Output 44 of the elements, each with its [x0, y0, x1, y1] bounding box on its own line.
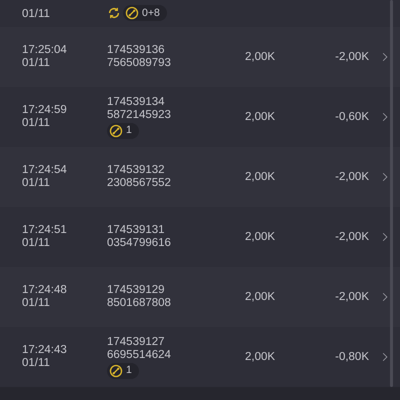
date-text: 01/11 [22, 177, 51, 190]
time-text: 17:24:51 [22, 224, 68, 237]
amount-text: 2,00K [245, 50, 276, 64]
coin-count-badge: 1 [107, 362, 139, 378]
coin-icon [109, 364, 123, 378]
result-text: -2,00K [335, 50, 369, 64]
time-text: 17:24:54 [22, 164, 68, 177]
cycle-icon [107, 6, 121, 20]
id-number: 174539132 [107, 164, 166, 177]
result-text: -2,00K [335, 230, 369, 244]
result-text: -0,60K [335, 110, 369, 124]
time-text: 17:25:04 [22, 44, 68, 57]
id-number: 8501687808 [107, 297, 172, 310]
id-number: 5872145923 [107, 108, 172, 122]
coin-count-badge: 0+8 [123, 5, 167, 21]
time-text: 17:24:48 [22, 284, 68, 297]
id-number: 7565089793 [107, 57, 172, 70]
id-number: 0354799616 [107, 237, 172, 250]
date-text: 01/11 [22, 237, 51, 250]
amount-text: 2,00K [245, 230, 276, 244]
id-number: 174539134 [107, 96, 166, 108]
amount-text: 2,00K [245, 110, 276, 124]
id-number: 174539127 [107, 336, 166, 348]
coin-icon [109, 124, 123, 138]
result-text: -2,00K [335, 170, 369, 184]
time-text: 17:24:59 [22, 104, 68, 117]
result-text: -2,00K [335, 290, 369, 304]
amount-text: 2,00K [245, 290, 276, 304]
amount-text: 2,00K [245, 350, 276, 364]
date-text: 01/11 [22, 8, 51, 21]
date-text: 01/11 [22, 117, 51, 130]
coin-count-badge: 1 [107, 122, 139, 138]
result-text: -0,80K [335, 350, 369, 364]
id-number: 174539136 [107, 44, 166, 57]
date-text: 01/11 [22, 357, 51, 370]
id-number: 6695514624 [107, 348, 172, 362]
coin-icon [125, 6, 139, 20]
id-number: 174539129 [107, 284, 166, 297]
date-text: 01/11 [22, 57, 51, 70]
time-text: 17:24:43 [22, 344, 68, 357]
id-number: 174539131 [107, 224, 166, 237]
date-text: 01/11 [22, 297, 51, 310]
id-number: 2308567552 [107, 177, 172, 190]
amount-text: 2,00K [245, 170, 276, 184]
